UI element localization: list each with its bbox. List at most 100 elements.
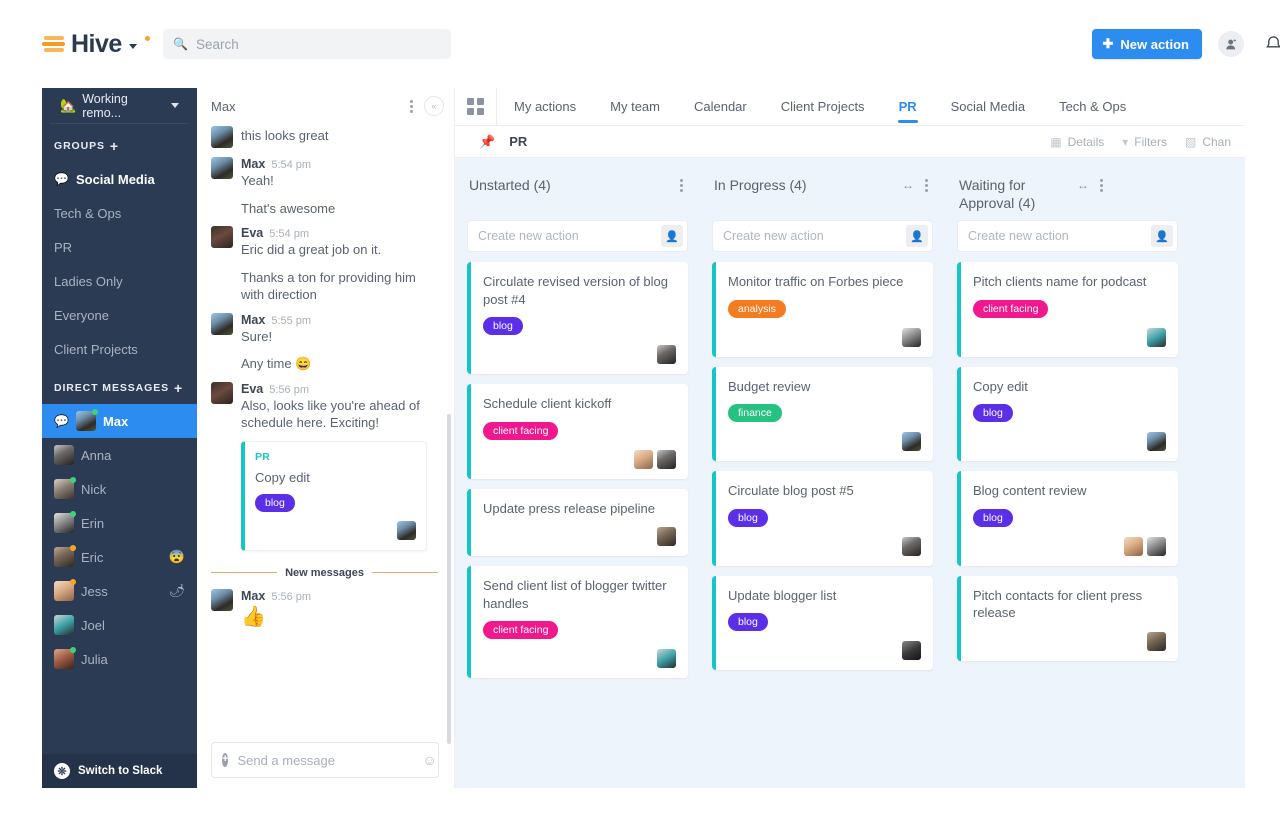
- card-title: Budget review: [728, 378, 811, 394]
- avatar: [902, 432, 921, 452]
- kanban-card[interactable]: Schedule client kickoff client facing: [467, 384, 688, 479]
- sidebar-dm-max[interactable]: 💬 Max: [42, 404, 197, 438]
- tab-tech-ops[interactable]: Tech & Ops: [1042, 88, 1143, 125]
- create-new-action-row[interactable]: 👤: [712, 220, 933, 252]
- sidebar-group-label: Social Media: [75, 171, 155, 187]
- column-menu-icon[interactable]: [922, 176, 931, 195]
- attached-action-card[interactable]: PR Copy edit blog: [241, 440, 427, 551]
- new-action-button[interactable]: ✚ New action: [1092, 29, 1202, 59]
- create-new-action-row[interactable]: 👤: [957, 220, 1178, 252]
- add-person-icon[interactable]: [1218, 31, 1244, 57]
- chat-message-time: 5:54 pm: [269, 228, 309, 241]
- card-assignees: [973, 631, 1166, 651]
- add-group-icon[interactable]: +: [110, 138, 119, 154]
- card-tag: client facing: [483, 621, 559, 640]
- attached-card-tag: blog: [255, 493, 295, 512]
- change-view-button[interactable]: ▧ Chan: [1185, 135, 1231, 149]
- tab-social-media[interactable]: Social Media: [934, 88, 1042, 125]
- sidebar-dm-label: Jess: [81, 583, 108, 599]
- add-dm-icon[interactable]: +: [174, 380, 183, 396]
- chat-message: Eva 5:56 pm Also, looks like you're ahea…: [211, 381, 438, 432]
- tab-my-actions[interactable]: My actions: [497, 88, 593, 125]
- avatar: [397, 520, 416, 540]
- chat-message-time: 5:56 pm: [271, 590, 312, 603]
- create-new-action-input[interactable]: [723, 229, 906, 243]
- pin-icon[interactable]: 📌: [479, 134, 495, 150]
- kanban-card[interactable]: Circulate blog post #5 blog: [712, 471, 933, 566]
- tab-client-projects[interactable]: Client Projects: [764, 88, 882, 125]
- filters-button[interactable]: ▾ Filters: [1122, 135, 1167, 149]
- chat-message-time: 5:54 pm: [271, 159, 312, 171]
- kanban-column-unstarted: Unstarted (4) 👤 Circulate revised versio…: [455, 172, 700, 788]
- card-title: Pitch contacts for client press release: [973, 587, 1143, 621]
- grid-view-icon[interactable]: [455, 88, 497, 125]
- app-logo[interactable]: Hive: [0, 30, 155, 59]
- bell-icon[interactable]: [1260, 31, 1280, 57]
- hive-logo-icon: [42, 36, 65, 52]
- sidebar-group-label: Client Projects: [54, 341, 138, 357]
- attached-card-assignees: [255, 520, 416, 540]
- sidebar-group-tech-ops[interactable]: Tech & Ops: [42, 196, 197, 230]
- assign-person-icon[interactable]: 👤: [661, 225, 683, 247]
- kanban-card[interactable]: Update press release pipeline: [467, 488, 688, 557]
- sidebar-dm-nick[interactable]: Nick: [42, 472, 197, 506]
- kanban-card[interactable]: Blog content review blog: [957, 471, 1178, 566]
- sidebar-dm-joel[interactable]: Joel: [42, 608, 197, 642]
- message-input[interactable]: [237, 752, 414, 768]
- sidebar-dm-anna[interactable]: Anna: [42, 438, 197, 472]
- avatar: [211, 312, 233, 335]
- assign-person-icon[interactable]: 👤: [1151, 225, 1173, 247]
- kanban-card[interactable]: Update blogger list blog: [712, 575, 933, 671]
- kanban-card[interactable]: Send client list of blogger twitter hand…: [467, 566, 688, 679]
- resize-column-icon[interactable]: ↔: [902, 178, 914, 192]
- create-new-action-row[interactable]: 👤: [467, 220, 688, 252]
- status-dot: [91, 409, 98, 415]
- column-menu-icon[interactable]: [677, 176, 686, 195]
- avatar: [902, 641, 921, 661]
- kanban-card[interactable]: Copy edit blog: [957, 366, 1178, 462]
- create-new-action-input[interactable]: [968, 229, 1151, 243]
- kanban-card[interactable]: Budget review finance: [712, 366, 933, 462]
- dm-emoji-icon: 😨: [168, 549, 185, 564]
- search-bar[interactable]: 🔍: [163, 29, 451, 59]
- avatar: [211, 226, 233, 249]
- new-action-label: New action: [1120, 36, 1189, 52]
- create-new-action-input[interactable]: [478, 229, 661, 243]
- search-input[interactable]: [195, 36, 441, 52]
- sidebar-dm-erin[interactable]: Erin: [42, 506, 197, 540]
- message-composer[interactable]: + ☺: [211, 742, 439, 778]
- workspace-selector[interactable]: 🏡 Working remo...: [50, 88, 189, 124]
- new-messages-label: New messages: [285, 566, 364, 579]
- sidebar-group-client-projects[interactable]: Client Projects: [42, 332, 197, 366]
- chat-message-list[interactable]: this looks great Max 5:54 pm Yeah! That'…: [197, 124, 454, 744]
- sidebar-group-pr[interactable]: PR: [42, 230, 197, 264]
- tab-my-team[interactable]: My team: [593, 88, 677, 125]
- tab-pr[interactable]: PR: [882, 88, 934, 125]
- column-menu-icon[interactable]: [1097, 176, 1106, 195]
- details-button[interactable]: ▦ Details: [1050, 135, 1104, 149]
- resize-column-icon[interactable]: ↔: [1077, 178, 1089, 192]
- switch-to-slack-button[interactable]: ❊ Switch to Slack: [42, 754, 197, 788]
- avatar: [54, 615, 74, 635]
- sidebar-dm-eric[interactable]: Eric 😨: [42, 540, 197, 574]
- chat-message-author: Eva: [241, 226, 264, 241]
- kanban-card[interactable]: Pitch clients name for podcast client fa…: [957, 262, 1178, 357]
- emoji-icon[interactable]: ☺: [422, 752, 436, 768]
- divider-line: [371, 572, 439, 574]
- kebab-menu-icon[interactable]: [407, 97, 416, 116]
- assign-person-icon[interactable]: 👤: [906, 225, 928, 247]
- kanban-card[interactable]: Monitor traffic on Forbes piece analysis: [712, 262, 933, 357]
- chat-message: That's awesome: [241, 199, 438, 218]
- add-attachment-icon[interactable]: +: [222, 753, 229, 767]
- sidebar-group-everyone[interactable]: Everyone: [42, 298, 197, 332]
- sidebar-group-ladies-only[interactable]: Ladies Only: [42, 264, 197, 298]
- sidebar-dm-julia[interactable]: Julia: [42, 642, 197, 676]
- kanban-card[interactable]: Circulate revised version of blog post #…: [467, 262, 688, 375]
- chat-scrollbar[interactable]: [447, 414, 451, 744]
- collapse-left-icon[interactable]: «: [424, 96, 444, 116]
- tab-calendar[interactable]: Calendar: [677, 88, 764, 125]
- chat-message-text: Also, looks like you're ahead of schedul…: [241, 397, 420, 431]
- kanban-card[interactable]: Pitch contacts for client press release: [957, 575, 1178, 661]
- sidebar-group-social-media[interactable]: 💬 Social Media: [42, 162, 197, 196]
- sidebar-dm-jess[interactable]: Jess 🌶: [42, 574, 197, 608]
